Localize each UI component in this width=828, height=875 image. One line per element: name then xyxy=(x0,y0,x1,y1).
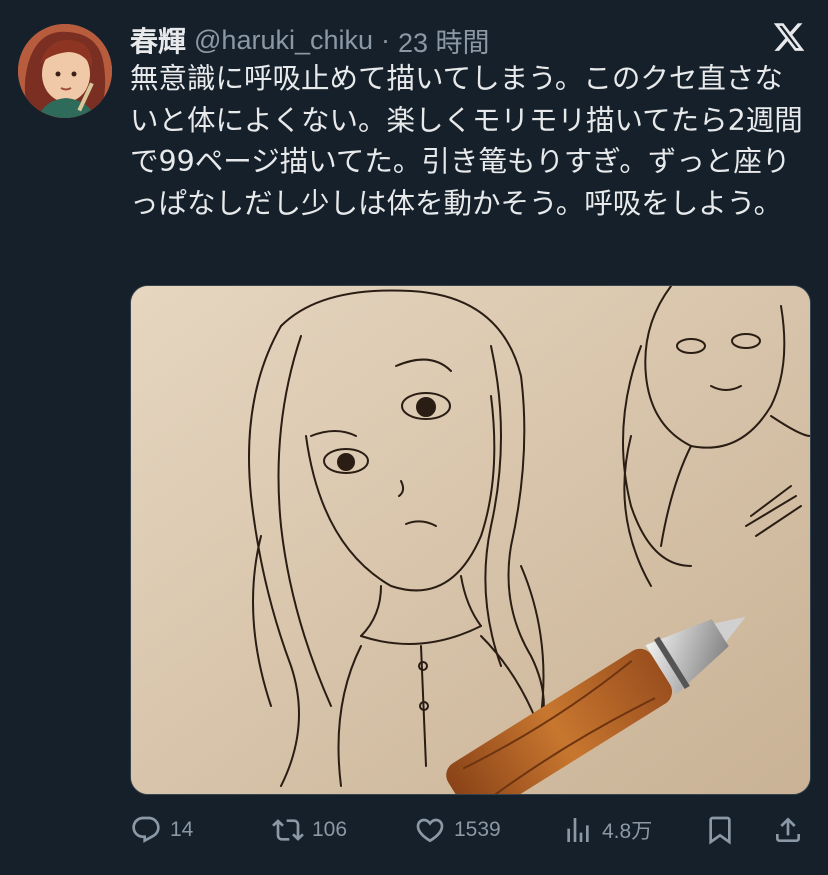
tweet-text: 無意識に呼吸止めて描いてしまう。このクセ直さないと体によくない。楽しくモリモリ描… xyxy=(130,62,803,220)
reply-button[interactable]: 14 xyxy=(130,814,193,846)
illustration-drawing xyxy=(131,286,810,794)
views-icon xyxy=(567,818,589,842)
like-button[interactable]: 1539 xyxy=(414,814,501,846)
bookmark-icon xyxy=(709,816,731,845)
tweet-action-bar: 14 106 1539 4.8万 xyxy=(130,808,810,852)
retweet-icon xyxy=(272,819,304,841)
tweet-media-image[interactable] xyxy=(130,285,811,795)
avatar-image xyxy=(18,24,112,118)
heart-icon xyxy=(416,818,444,843)
tweet-header: 春輝 @haruki_chiku · 23 時間 xyxy=(130,22,490,58)
reply-icon xyxy=(132,816,160,843)
retweet-count: 106 xyxy=(312,818,348,841)
x-logo-icon xyxy=(772,20,806,54)
separator-dot: · xyxy=(381,24,391,55)
views-count: 4.8万 xyxy=(602,820,653,843)
share-button[interactable] xyxy=(772,814,804,846)
reply-count: 14 xyxy=(170,818,194,841)
views-button[interactable]: 4.8万 xyxy=(562,814,652,846)
display-name[interactable]: 春輝 xyxy=(130,20,186,60)
share-icon xyxy=(776,817,800,842)
bookmark-button[interactable] xyxy=(704,814,736,846)
like-count: 1539 xyxy=(454,818,501,841)
tweet-time[interactable]: 23 時間 xyxy=(398,21,490,60)
avatar[interactable] xyxy=(18,24,112,118)
retweet-button[interactable]: 106 xyxy=(272,814,347,846)
user-handle[interactable]: @haruki_chiku xyxy=(194,25,373,56)
